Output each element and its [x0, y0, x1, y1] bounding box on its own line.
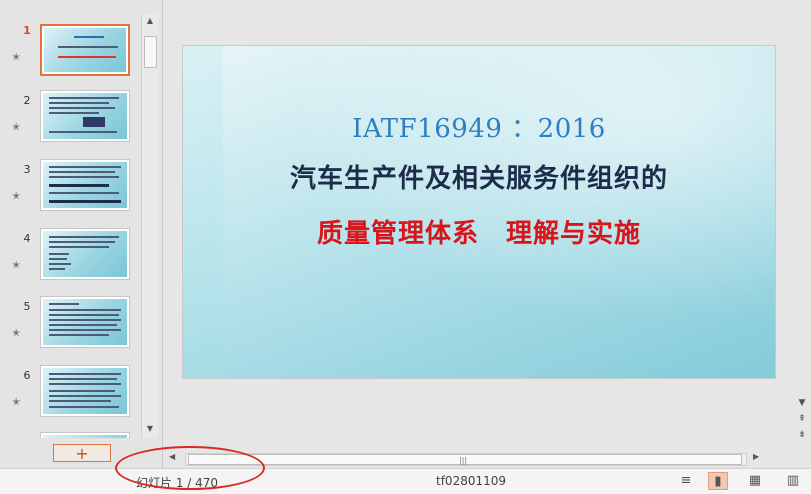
editor-horizontal-scrollbar[interactable]: ◀ ||| ▶ [163, 450, 793, 467]
previous-slide-icon[interactable]: ⇞ [793, 414, 811, 424]
thumbnail-number: 6 [23, 369, 31, 382]
thumbnail-slide-4[interactable]: 4 ✭ [0, 228, 140, 292]
scroll-down-arrow-icon[interactable]: ▼ [142, 422, 158, 436]
thumbnail-slide-6[interactable]: 6 ✭ [0, 365, 140, 429]
slide-title-standard[interactable]: IATF16949 ：2016 [183, 108, 775, 145]
scroll-right-arrow-icon[interactable]: ▶ [753, 452, 759, 461]
slide-title-main[interactable]: 汽车生产件及相关服务件组织的 [183, 158, 775, 195]
star-icon: ✭ [12, 260, 21, 271]
slide-sorter-icon[interactable]: ▦ [745, 472, 765, 490]
slide-counter: 幻灯片 1 / 470 [136, 476, 219, 490]
star-icon: ✭ [12, 191, 21, 202]
new-slide-button[interactable]: + [53, 444, 111, 462]
thumbnail-scroll-thumb[interactable] [144, 36, 157, 68]
normal-view-icon[interactable]: ▮ [708, 472, 728, 490]
thumbnail-slide-1[interactable]: 1 ✭ [0, 24, 140, 84]
slide-subtitle[interactable]: 质量管理体系 理解与实施 [183, 213, 775, 250]
thumbnail-image[interactable] [40, 24, 130, 76]
thumbnail-image[interactable] [40, 228, 130, 280]
thumbnail-slide-3[interactable]: 3 ✭ [0, 159, 140, 223]
scroll-down-arrow-icon[interactable]: ▼ [793, 398, 811, 408]
star-icon: ✭ [12, 397, 21, 408]
slide-decoration [183, 46, 223, 378]
star-icon: ✭ [12, 122, 21, 133]
slide-editor: IATF16949 ：2016 汽车生产件及相关服务件组织的 质量管理体系 理解… [163, 0, 811, 468]
thumbnail-image[interactable] [40, 159, 130, 211]
status-bar: 幻灯片 1 / 470 tf02801109 ≡ ▮ ▦ ▥ [0, 468, 811, 494]
scroll-left-arrow-icon[interactable]: ◀ [169, 452, 175, 461]
thumbnail-number: 3 [23, 163, 31, 176]
thumbnail-image[interactable] [40, 296, 130, 348]
horizontal-scroll-track[interactable]: ||| [185, 453, 747, 466]
slide-thumbnail-panel: 1 ✭ 2 ✭ 3 ✭ 4 ✭ 5 ✭ 6 ✭ ▲ ▼ + [0, 0, 163, 468]
thumbnail-number: 1 [23, 24, 31, 37]
notes-icon[interactable]: ≡ [676, 472, 696, 490]
thumbnail-number: 4 [23, 232, 31, 245]
next-slide-icon[interactable]: ⇟ [793, 430, 811, 440]
thumbnail-number: 5 [23, 300, 31, 313]
horizontal-scroll-thumb[interactable]: ||| [188, 454, 742, 465]
thumbnail-number: 2 [23, 94, 31, 107]
slide-canvas[interactable]: IATF16949 ：2016 汽车生产件及相关服务件组织的 质量管理体系 理解… [183, 46, 775, 378]
thumbnail-image[interactable] [40, 90, 130, 142]
scroll-up-arrow-icon[interactable]: ▲ [142, 14, 158, 28]
thumbnail-slide-5[interactable]: 5 ✭ [0, 296, 140, 360]
editor-vertical-scrollbar[interactable]: ▼ ⇞ ⇟ [793, 0, 811, 450]
file-name: tf02801109 [436, 474, 507, 488]
reading-view-icon[interactable]: ▥ [783, 472, 803, 490]
star-icon: ✭ [12, 328, 21, 339]
thumbnail-scrollbar[interactable]: ▲ ▼ [141, 14, 158, 438]
grip-icon: ||| [459, 456, 468, 465]
new-slide-area: + [0, 438, 162, 468]
thumbnail-slide-2[interactable]: 2 ✭ [0, 90, 140, 154]
star-icon: ✭ [12, 52, 21, 63]
thumbnail-image[interactable] [40, 365, 130, 417]
